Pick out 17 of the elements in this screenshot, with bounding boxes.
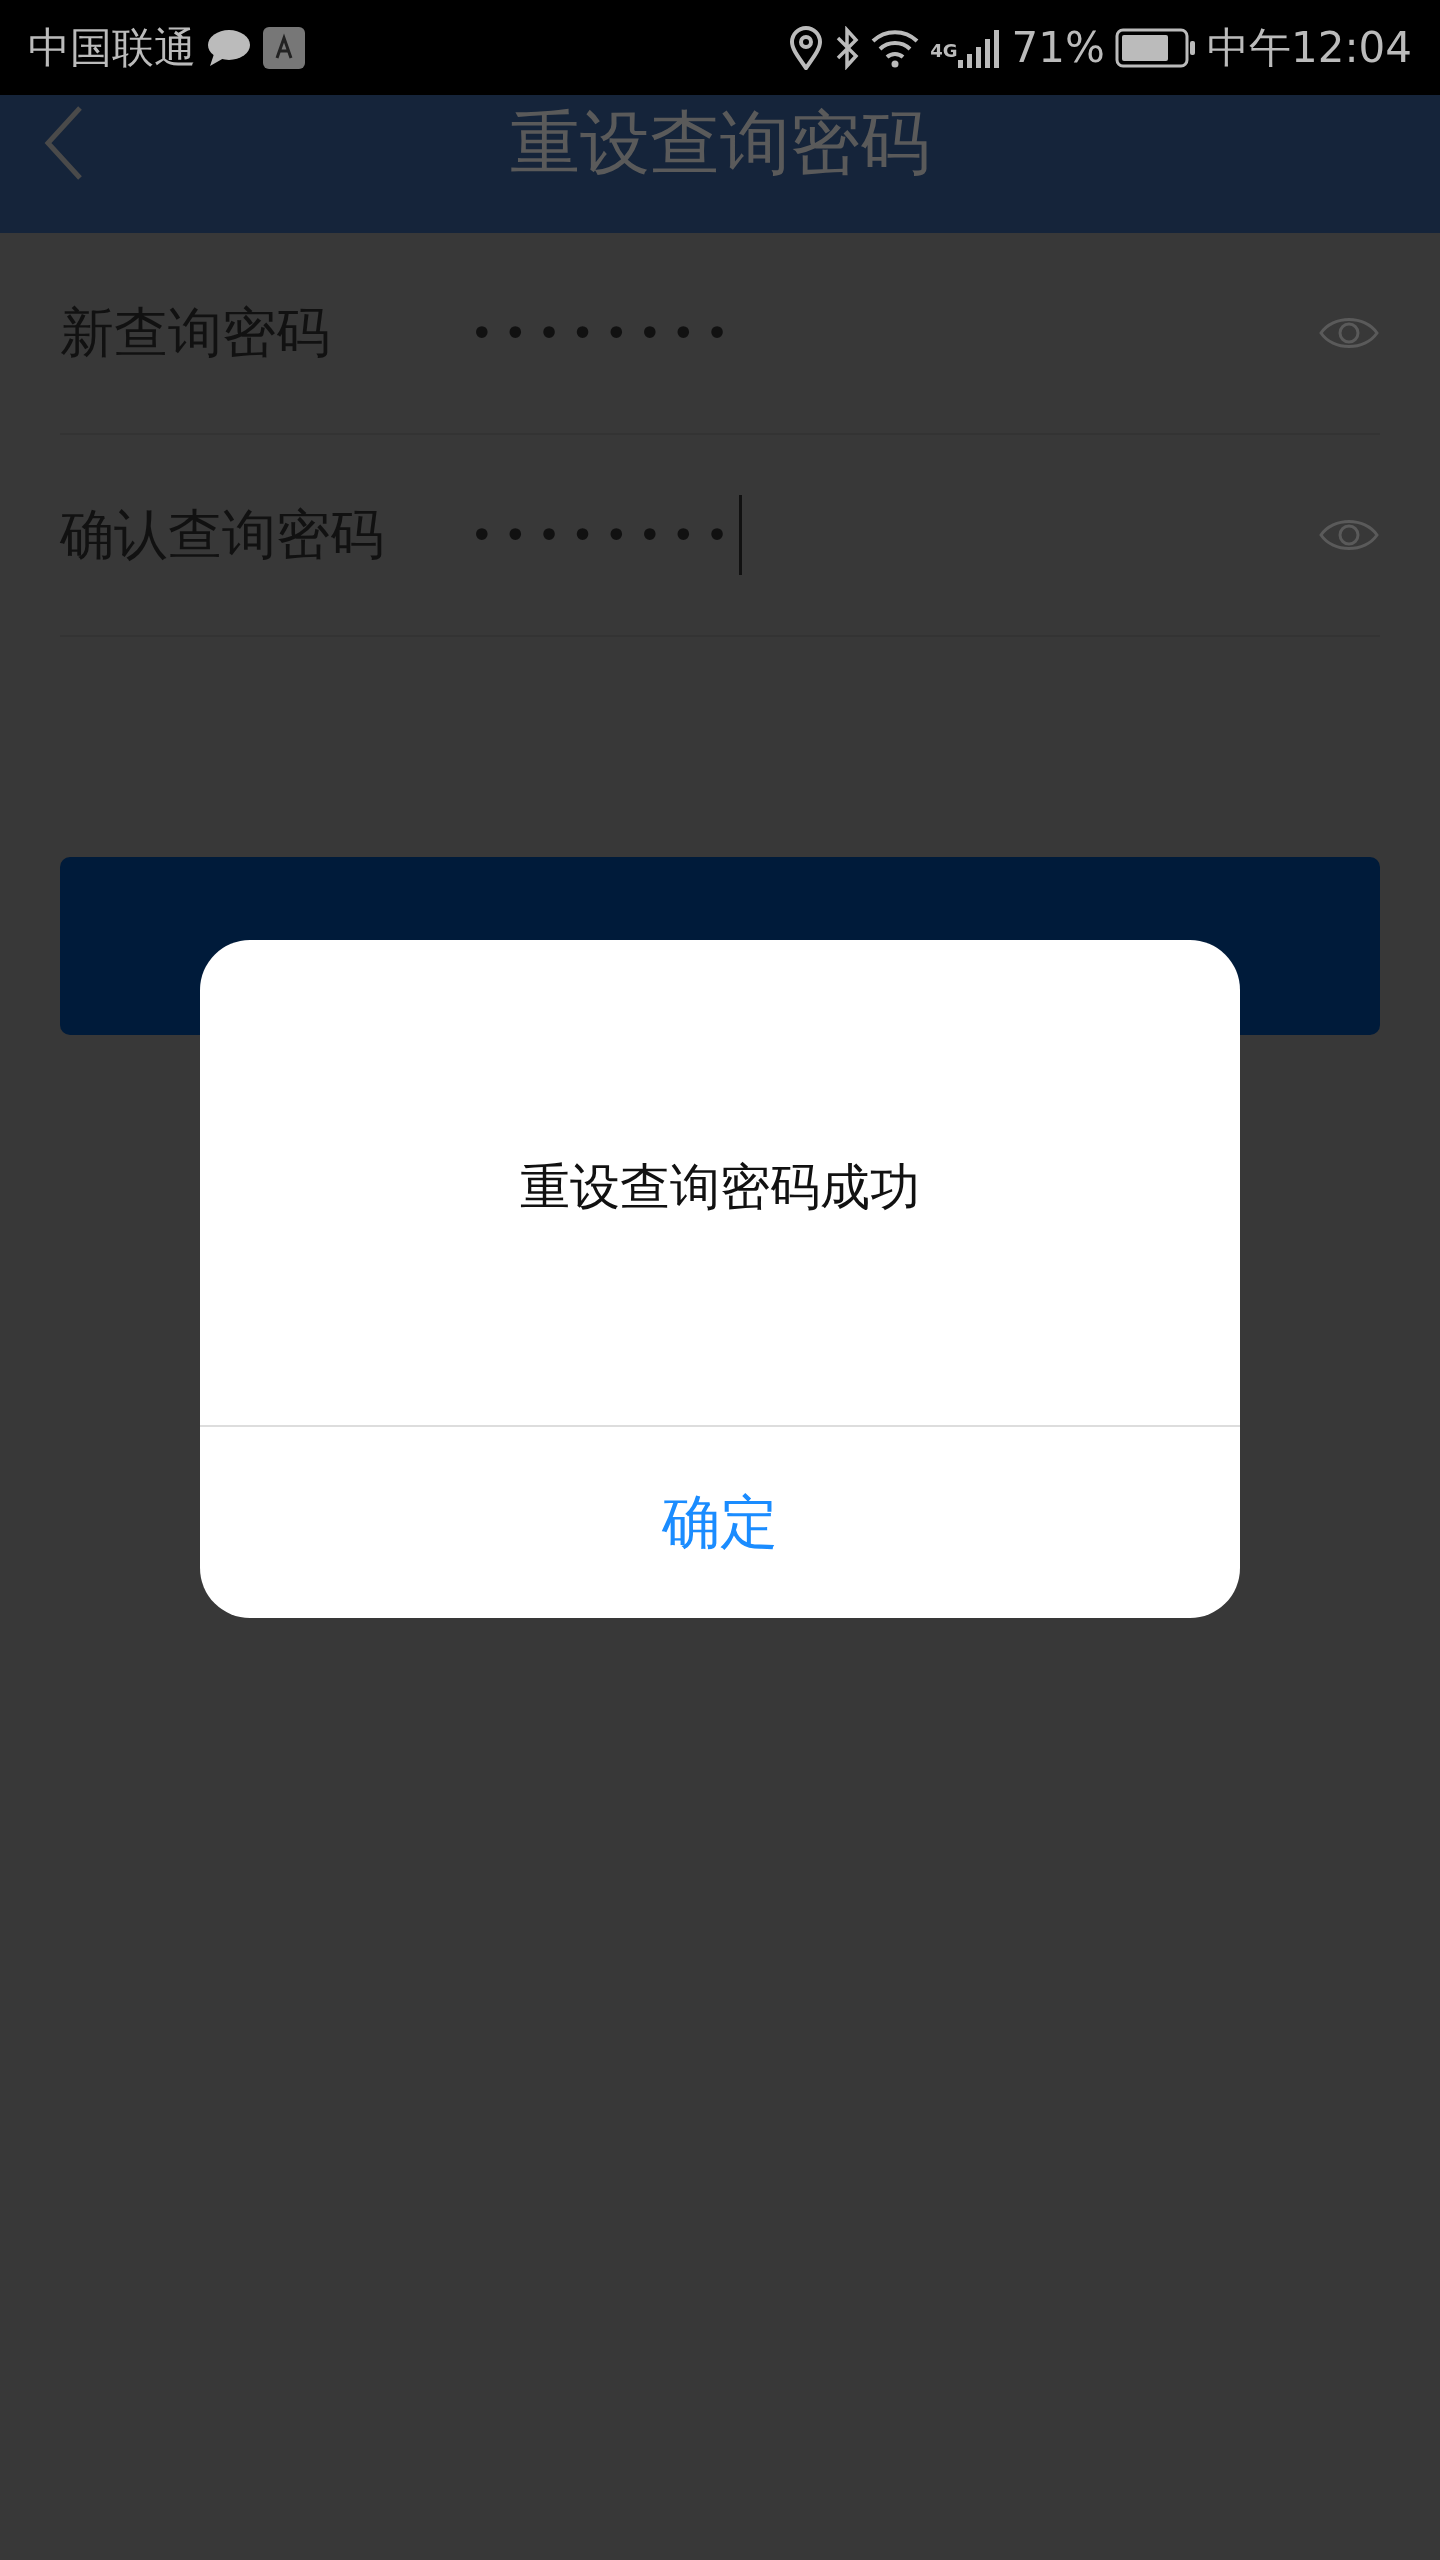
page-title: 重设查询密码 <box>510 101 930 186</box>
confirm-button[interactable]: 确定 <box>200 1427 1240 1618</box>
back-icon[interactable] <box>44 105 84 181</box>
carrier-name: 中国联通 <box>28 21 196 74</box>
dialog-message: 重设查询密码成功 <box>200 940 1240 1427</box>
password-field[interactable]: •••••••• <box>470 293 739 373</box>
keyboard-app-icon <box>262 25 306 70</box>
location-icon <box>788 25 825 70</box>
battery-percent: 71% <box>1011 23 1105 72</box>
password-field[interactable]: •••••••• <box>470 495 742 575</box>
network-type: 4G <box>930 39 958 61</box>
clock: 中午12:04 <box>1206 21 1412 74</box>
bluetooth-icon <box>834 25 861 70</box>
signal-icon <box>955 27 1002 68</box>
battery-icon <box>1114 27 1197 68</box>
wifi-icon <box>870 27 921 68</box>
chat-bubble-icon <box>206 27 252 68</box>
